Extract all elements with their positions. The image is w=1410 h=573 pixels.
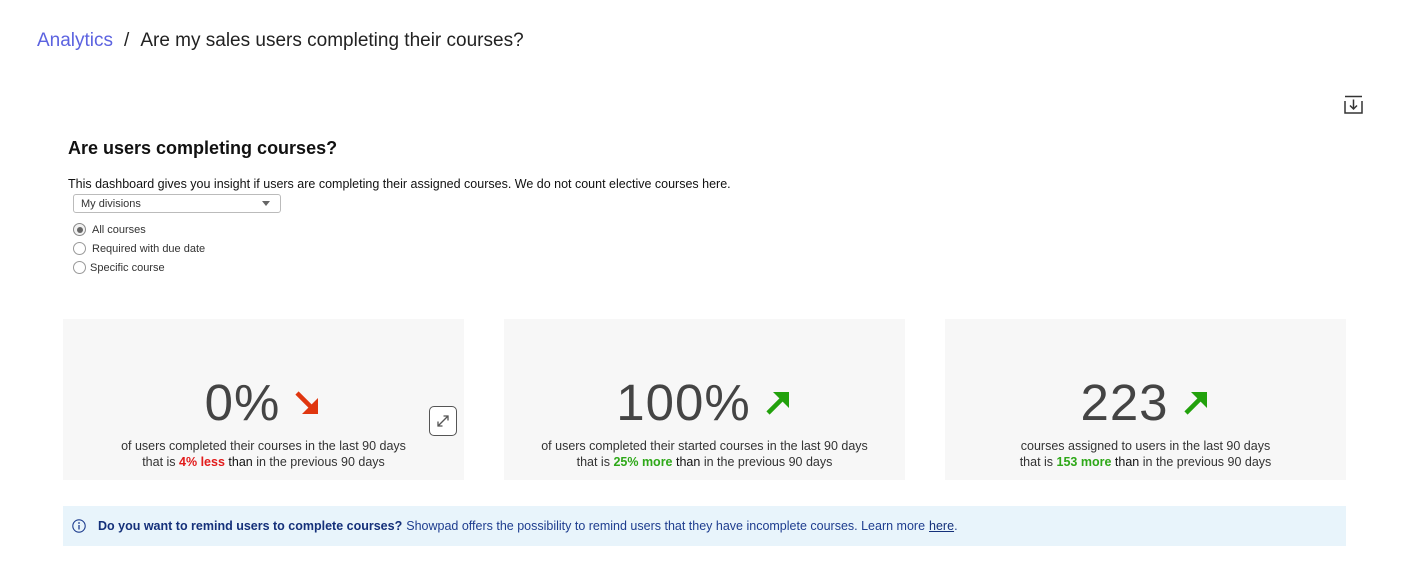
kpi-comparison: that is 153 more than in the previous 90… — [1019, 455, 1272, 469]
chevron-down-icon — [262, 201, 270, 206]
breadcrumb: Analytics / Are my sales users completin… — [37, 30, 524, 52]
expand-icon — [437, 415, 449, 427]
course-type-radio-group: All courses Required with due date Speci… — [73, 220, 205, 277]
kpi-delta-negative: 4% less — [179, 455, 225, 469]
kpi-delta-positive: 25% more — [613, 455, 673, 469]
arrow-up-right-icon — [1183, 391, 1207, 415]
breadcrumb-analytics-link[interactable]: Analytics — [37, 30, 113, 52]
radio-indicator[interactable] — [73, 242, 86, 255]
download-button[interactable] — [1344, 95, 1363, 114]
kpi-card-started-courses: 100% of users completed their started co… — [504, 319, 905, 480]
division-select-value: My divisions — [81, 197, 141, 210]
expand-button[interactable] — [429, 406, 457, 436]
radio-label: Specific course — [90, 261, 165, 274]
kpi-description: of users completed their started courses… — [541, 439, 868, 453]
kpi-value: 100% — [616, 374, 751, 431]
radio-specific-course[interactable]: Specific course — [73, 258, 205, 277]
kpi-description: of users completed their courses in the … — [121, 439, 406, 453]
kpi-value: 223 — [1080, 374, 1169, 431]
dashboard-description: This dashboard gives you insight if user… — [68, 177, 731, 191]
breadcrumb-separator: / — [124, 30, 130, 51]
kpi-value: 0% — [204, 374, 281, 431]
radio-indicator-checked[interactable] — [73, 223, 86, 236]
kpi-comparison: that is 25% more than in the previous 90… — [576, 455, 833, 469]
info-icon — [72, 519, 86, 533]
radio-indicator[interactable] — [73, 261, 86, 274]
kpi-card-completed-courses: 0% of users completed their courses in t… — [63, 319, 464, 480]
radio-all-courses[interactable]: All courses — [73, 220, 205, 239]
radio-label: All courses — [92, 223, 146, 236]
radio-label: Required with due date — [92, 242, 206, 255]
kpi-card-assigned-courses: 223 courses assigned to users in the las… — [945, 319, 1346, 480]
arrow-down-right-icon — [295, 390, 319, 414]
page-title: Are my sales users completing their cour… — [140, 30, 524, 51]
dashboard-heading: Are users completing courses? — [68, 138, 338, 158]
download-icon — [1344, 95, 1363, 114]
radio-required-with-due-date[interactable]: Required with due date — [73, 239, 205, 258]
reminder-info-banner: Do you want to remind users to complete … — [63, 506, 1346, 546]
division-select[interactable]: My divisions — [73, 194, 281, 213]
arrow-up-right-icon — [766, 391, 789, 415]
info-banner-period: . — [954, 519, 958, 533]
kpi-comparison: that is 4% less than in the previous 90 … — [142, 455, 385, 469]
kpi-description: courses assigned to users in the last 90… — [1020, 439, 1271, 453]
info-banner-title: Do you want to remind users to complete … — [98, 519, 403, 533]
learn-more-link[interactable]: here — [929, 519, 954, 533]
kpi-delta-positive: 153 more — [1056, 455, 1112, 469]
info-banner-text: Showpad offers the possibility to remind… — [406, 519, 926, 533]
